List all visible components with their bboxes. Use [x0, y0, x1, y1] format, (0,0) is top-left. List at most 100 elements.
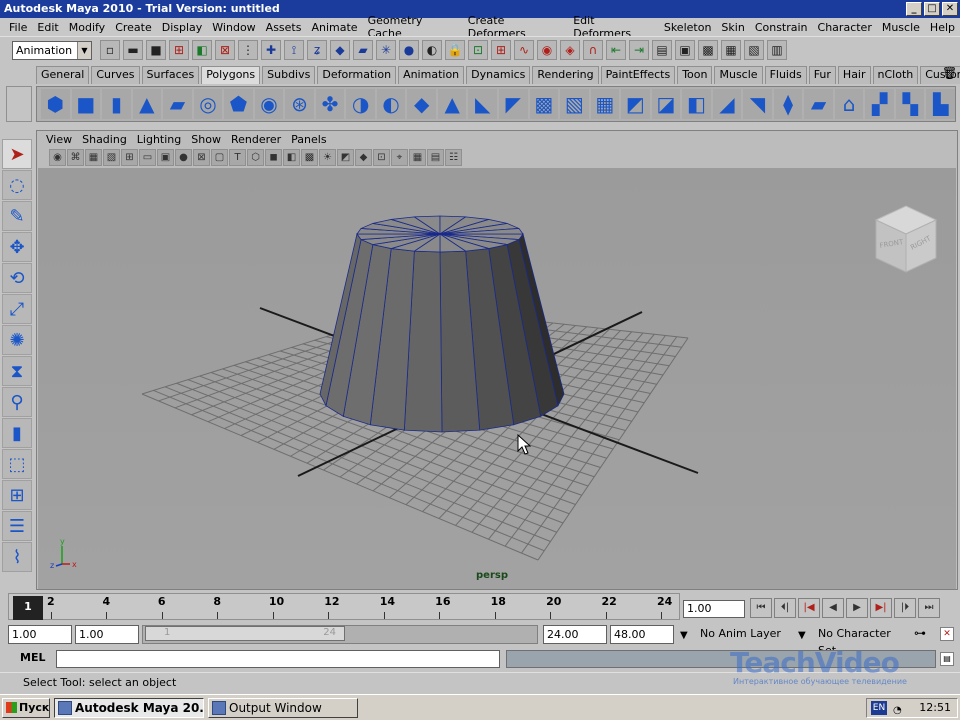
poly-combine-icon[interactable]: ◑: [346, 89, 375, 119]
poly-sphere-icon[interactable]: ⬢: [41, 89, 70, 119]
uv-planar-icon[interactable]: ▚: [895, 89, 925, 119]
snap-view-plane-icon[interactable]: ◈: [560, 40, 580, 60]
poly-merge-icon[interactable]: ◪: [651, 89, 681, 119]
output-connections-icon[interactable]: ⇥: [629, 40, 649, 60]
poly-soccer-ball-icon[interactable]: ✤: [315, 89, 345, 119]
lock-icon[interactable]: 🔒: [445, 40, 465, 60]
menu-display[interactable]: Display: [157, 21, 208, 34]
paint-select-tool-icon[interactable]: ✎: [2, 201, 32, 231]
smooth-shade-icon[interactable]: ◼: [265, 148, 282, 166]
input-connections-icon[interactable]: ⇤: [606, 40, 626, 60]
menu-muscle[interactable]: Muscle: [877, 21, 925, 34]
use-all-lights-icon[interactable]: ☀: [319, 148, 336, 166]
grid-toggle-icon[interactable]: ⊞: [121, 148, 138, 166]
current-frame-marker[interactable]: 1: [13, 596, 43, 620]
scale-tool-icon[interactable]: ⤢: [2, 294, 32, 324]
ipr-render-icon[interactable]: ▩: [698, 40, 718, 60]
animation-start-field[interactable]: 1.00: [8, 625, 72, 644]
command-input[interactable]: [56, 650, 500, 668]
bookmarks-icon[interactable]: ▦: [85, 148, 102, 166]
play-backwards-icon[interactable]: ◀: [822, 598, 844, 618]
construction-history-icon[interactable]: ▤: [652, 40, 672, 60]
last-tool-icon[interactable]: ▮: [2, 418, 32, 448]
volume-icon[interactable]: ◔: [893, 702, 902, 720]
field-chart-icon[interactable]: ⊠: [193, 148, 210, 166]
highlight-selection-icon[interactable]: ⊡: [468, 40, 488, 60]
menu-skeleton[interactable]: Skeleton: [659, 21, 717, 34]
panel-menu-lighting[interactable]: Lighting: [132, 133, 186, 146]
select-by-object-icon[interactable]: ◧: [192, 40, 212, 60]
hud-icon[interactable]: ⌖: [391, 148, 408, 166]
script-editor-icon[interactable]: ▤: [940, 652, 954, 666]
save-scene-icon[interactable]: ■: [146, 40, 166, 60]
select-tool-icon[interactable]: ➤: [2, 139, 32, 169]
select-misc-icon[interactable]: ◐: [422, 40, 442, 60]
tab-surfaces[interactable]: Surfaces: [141, 66, 200, 84]
film-gate-icon[interactable]: ▭: [139, 148, 156, 166]
tab-ncloth[interactable]: nCloth: [872, 66, 919, 84]
show-manipulator-icon[interactable]: ⚲: [2, 387, 32, 417]
menu-constrain[interactable]: Constrain: [750, 21, 813, 34]
playback-start-field[interactable]: 1.00: [75, 625, 139, 644]
lasso-tool-icon[interactable]: ◌: [2, 170, 32, 200]
graph-editor-layout-icon[interactable]: ⌇: [2, 542, 32, 572]
play-forwards-icon[interactable]: ▶: [846, 598, 868, 618]
start-button[interactable]: Пуск: [2, 698, 50, 718]
tab-fur[interactable]: Fur: [808, 66, 836, 84]
lock-selection-icon[interactable]: ⋮: [238, 40, 258, 60]
poly-append-icon[interactable]: ◤: [498, 89, 528, 119]
current-time-field[interactable]: 1.00: [683, 600, 745, 618]
tab-general[interactable]: General: [36, 66, 90, 84]
select-by-hierarchy-icon[interactable]: ⊞: [169, 40, 189, 60]
range-slider-thumb[interactable]: 1 24: [145, 626, 345, 641]
poly-cylinder-icon[interactable]: ▮: [102, 89, 131, 119]
shadows-icon[interactable]: ◩: [337, 148, 354, 166]
time-slider[interactable]: 1 2 4 6 8 10 12 14 16 18 20 22 24: [8, 593, 680, 620]
render-settings-icon[interactable]: ▦: [721, 40, 741, 60]
poly-sculpt-icon[interactable]: ▰: [804, 89, 833, 119]
camera-attributes-icon[interactable]: ⌘: [67, 148, 84, 166]
tab-toon[interactable]: Toon: [677, 66, 713, 84]
poly-prism-icon[interactable]: ⬟: [224, 89, 253, 119]
select-joints-icon[interactable]: ⟟: [284, 40, 304, 60]
render-current-icon[interactable]: ▣: [675, 40, 695, 60]
poly-split-icon[interactable]: ▩: [529, 89, 559, 119]
poly-torus-icon[interactable]: ◎: [193, 89, 223, 119]
poly-bevel-icon[interactable]: ◩: [621, 89, 650, 119]
menu-edit[interactable]: Edit: [32, 21, 63, 34]
menu-help[interactable]: Help: [925, 21, 960, 34]
menu-skin[interactable]: Skin: [716, 21, 749, 34]
poly-smooth-icon[interactable]: ◆: [407, 89, 436, 119]
menu-set-dropdown[interactable]: Animation ▼: [12, 41, 92, 60]
tab-curves[interactable]: Curves: [91, 66, 140, 84]
poly-helix-icon[interactable]: ⊛: [285, 89, 314, 119]
poly-extrude-icon[interactable]: ▲: [437, 89, 467, 119]
tab-polygons[interactable]: Polygons: [201, 66, 261, 84]
poly-plane-icon[interactable]: ▰: [163, 89, 192, 119]
language-indicator[interactable]: EN: [871, 701, 887, 715]
go-to-end-icon[interactable]: ⏭: [918, 598, 940, 618]
resolution-gate-icon[interactable]: ▣: [157, 148, 174, 166]
snap-point-icon[interactable]: ◉: [537, 40, 557, 60]
poly-mirror-icon[interactable]: ⧫: [773, 89, 803, 119]
menu-file[interactable]: File: [4, 21, 32, 34]
safe-title-icon[interactable]: T: [229, 148, 246, 166]
menu-character[interactable]: Character: [813, 21, 877, 34]
anim-layer-dropdown[interactable]: ▼ No Anim Layer: [678, 625, 794, 644]
persp-outliner-layout-icon[interactable]: ☰: [2, 511, 32, 541]
select-by-component-icon[interactable]: ⊠: [215, 40, 235, 60]
image-plane-icon[interactable]: ▧: [103, 148, 120, 166]
make-live-icon[interactable]: ∩: [583, 40, 603, 60]
hypergraph-icon[interactable]: ▤: [427, 148, 444, 166]
hypershade-icon[interactable]: ▧: [744, 40, 764, 60]
menu-create[interactable]: Create: [110, 21, 157, 34]
maximize-button[interactable]: □: [924, 2, 940, 16]
select-dynamics-icon[interactable]: ✳: [376, 40, 396, 60]
tab-fluids[interactable]: Fluids: [764, 66, 807, 84]
close-button[interactable]: ✕: [942, 2, 958, 16]
poly-insert-edge-icon[interactable]: ▧: [560, 89, 589, 119]
gate-mask-icon[interactable]: ●: [175, 148, 192, 166]
tab-dynamics[interactable]: Dynamics: [466, 66, 531, 84]
xray-icon[interactable]: ⊡: [373, 148, 390, 166]
panel-menu-panels[interactable]: Panels: [286, 133, 331, 146]
